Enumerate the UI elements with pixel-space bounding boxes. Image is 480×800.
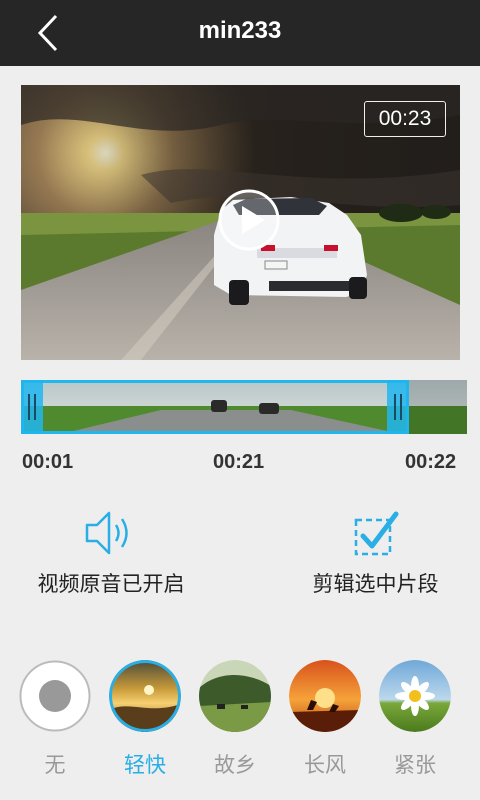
- none-filter-icon: [19, 660, 91, 732]
- kangaroo-icon: [289, 660, 361, 732]
- clip-selection-toggle[interactable]: 剪辑选中片段: [298, 508, 453, 598]
- sunset-icon: [109, 660, 181, 732]
- play-button[interactable]: [217, 188, 281, 252]
- speaker-icon: [85, 511, 128, 555]
- video-preview[interactable]: 00:23: [21, 85, 460, 360]
- filter-none[interactable]: 无: [19, 660, 91, 779]
- original-sound-label: 视频原音已开启: [37, 572, 185, 596]
- filter-long-wind-label: 长风: [304, 753, 346, 777]
- trim-handle-right[interactable]: [387, 380, 409, 434]
- filter-none-label: 无: [44, 753, 66, 777]
- filter-hometown[interactable]: 故乡: [199, 660, 271, 779]
- page-title: min233: [198, 17, 282, 44]
- play-icon: [218, 189, 280, 251]
- top-bar: min233: [0, 0, 480, 66]
- video-duration-badge: 00:23: [364, 101, 446, 137]
- filter-light-label: 轻快: [124, 753, 166, 777]
- trim-end-time: 00:22: [405, 451, 457, 473]
- clip-selection-label: 剪辑选中片段: [312, 572, 439, 596]
- trim-handle-left[interactable]: [21, 380, 43, 434]
- daisy-icon: [379, 660, 451, 732]
- filter-hometown-label: 故乡: [214, 753, 256, 777]
- trim-start-time: 00:01: [22, 451, 74, 473]
- filter-long-wind[interactable]: 长风: [289, 660, 361, 779]
- filter-tense[interactable]: 紧张: [379, 660, 451, 779]
- original-sound-toggle[interactable]: 视频原音已开启: [26, 508, 196, 598]
- hills-icon: [199, 660, 271, 732]
- filter-tense-label: 紧张: [394, 753, 436, 777]
- trim-timeline[interactable]: [21, 380, 467, 434]
- checkbox-checked-icon: [354, 511, 398, 556]
- filter-light[interactable]: 轻快: [109, 660, 181, 779]
- current-time: 00:21: [213, 451, 265, 473]
